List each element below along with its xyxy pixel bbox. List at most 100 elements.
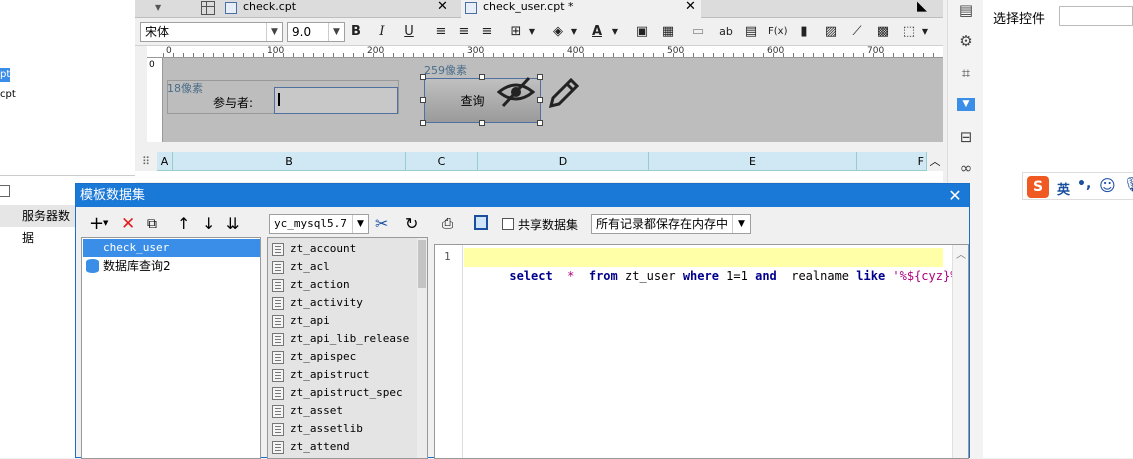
bold-button[interactable]: B	[347, 23, 365, 41]
resize-handle[interactable]	[537, 97, 543, 103]
sql-keyword: and	[755, 269, 777, 283]
tab-check[interactable]: check.cpt	[221, 0, 451, 18]
chart-icon[interactable]: ▮	[795, 23, 813, 41]
table-item[interactable]: zt_asset	[272, 402, 343, 420]
move-up-icon[interactable]: ↑	[177, 213, 190, 235]
font-size-select[interactable]: 9.0 ▼	[287, 22, 345, 42]
text-widget-button[interactable]: ab	[717, 23, 735, 41]
move-down-icon[interactable]: ↓	[202, 213, 215, 235]
sql-editor[interactable]: 1 select * from zt_user where 1=1 and re…	[434, 244, 969, 459]
ime-toolbar[interactable]: S 英 •, ☺ 🎙	[1022, 172, 1133, 200]
close-icon[interactable]: ✕	[685, 0, 696, 14]
table-item[interactable]: zt_api_lib_release	[272, 330, 409, 348]
column-header-e[interactable]: E	[649, 152, 857, 171]
table-item[interactable]: zt_api	[272, 312, 330, 330]
tab-check-user[interactable]: check_user.cpt *	[461, 0, 701, 18]
dataset-item-selected[interactable]: check_user	[83, 239, 260, 257]
align-right-icon[interactable]: ≡	[478, 23, 496, 41]
sql-line[interactable]: select * from zt_user where 1=1 and real…	[464, 248, 965, 283]
resize-handle[interactable]	[479, 120, 485, 126]
participant-input[interactable]	[274, 87, 398, 114]
refresh-icon[interactable]: ↻	[405, 213, 418, 235]
table-item[interactable]: zt_attend	[272, 438, 350, 456]
file-item[interactable]: cpt	[0, 88, 16, 102]
resize-handle[interactable]	[537, 120, 543, 126]
pencil-icon[interactable]	[547, 76, 581, 110]
resize-handle[interactable]	[537, 74, 543, 80]
tools-icon[interactable]: ✂	[375, 213, 388, 235]
chevron-down-icon[interactable]: ▼	[565, 23, 583, 41]
dialog-titlebar[interactable]: 模板数据集	[76, 184, 969, 207]
chevron-down-icon[interactable]: ▼	[103, 219, 108, 227]
dataset-item[interactable]: 数据库查询2	[83, 257, 260, 275]
chevron-down-icon[interactable]: ▼	[916, 23, 934, 41]
preview-icon[interactable]: ⎙	[442, 214, 453, 234]
resize-handle[interactable]	[420, 74, 426, 80]
scroll-up-icon[interactable]: ︿	[927, 152, 943, 171]
dropdown-arrow-icon[interactable]: ▼	[155, 3, 161, 12]
insert-image-icon[interactable]: ▣	[633, 23, 651, 41]
align-center-icon[interactable]: ≡	[455, 23, 473, 41]
menu-corner-icon[interactable]: ◣	[917, 0, 927, 14]
link-icon[interactable]: ∞	[956, 158, 976, 178]
table-item[interactable]: zt_apistruct_spec	[272, 384, 403, 402]
resize-handle[interactable]	[479, 74, 485, 80]
align-left-icon[interactable]: ≡	[432, 23, 450, 41]
column-header-b[interactable]: B	[173, 152, 406, 171]
table-item-label: zt_account	[290, 242, 357, 255]
formula-button[interactable]: F(x)	[768, 23, 787, 41]
copy-icon[interactable]: ⧉	[147, 214, 157, 234]
file-item-selected[interactable]: pt	[0, 68, 10, 82]
property-input[interactable]	[1059, 6, 1133, 26]
cell-element-icon[interactable]: ▩	[874, 23, 892, 41]
scrollbar[interactable]	[417, 238, 427, 458]
image-icon[interactable]: ▨	[822, 23, 840, 41]
resize-handle[interactable]	[420, 97, 426, 103]
font-family-select[interactable]: 宋体 ▼	[140, 22, 283, 42]
close-icon[interactable]: ✕	[947, 184, 963, 207]
grid-icon[interactable]	[201, 1, 215, 15]
parameter-icon[interactable]	[474, 215, 488, 230]
sort-icon[interactable]: ⇊	[226, 213, 239, 235]
column-header-d[interactable]: D	[478, 152, 649, 171]
column-icon[interactable]: ▤	[742, 23, 760, 41]
table-item[interactable]: zt_activity	[272, 294, 363, 312]
chevron-down-icon[interactable]: ▼	[523, 23, 541, 41]
table-icon	[272, 387, 284, 400]
column-header-a[interactable]: A	[157, 152, 173, 171]
delete-icon[interactable]: ✕	[121, 213, 135, 235]
table-item[interactable]: zt_action	[272, 276, 350, 294]
add-icon[interactable]: +	[89, 213, 104, 235]
widget-select-icon[interactable]: ▼	[957, 98, 975, 111]
eye-hidden-icon[interactable]	[497, 76, 535, 108]
server-dataset-item[interactable]: 服务器数据	[0, 205, 75, 245]
tag-icon[interactable]: ⊟	[956, 127, 976, 147]
layout-icon[interactable]: ▤	[956, 0, 976, 20]
connection-select[interactable]: yc_mysql5.7 ▼	[269, 214, 369, 234]
table-item-label: zt_api	[290, 314, 330, 327]
ruler-corner	[147, 46, 163, 58]
italic-button[interactable]: I	[373, 23, 391, 41]
sheet-corner-icon[interactable]: ⠿	[135, 152, 157, 171]
table-item[interactable]: zt_assetlib	[272, 420, 363, 438]
chevron-down-icon[interactable]: ▼	[606, 23, 624, 41]
column-header-c[interactable]: C	[406, 152, 478, 171]
underline-button[interactable]: U	[400, 23, 418, 41]
table-item[interactable]: zt_account	[272, 240, 356, 258]
resize-handle[interactable]	[420, 120, 426, 126]
column-header-f[interactable]: F	[857, 152, 927, 171]
scrollbar[interactable]: ︿	[952, 245, 968, 458]
text-color-button[interactable]: A	[588, 23, 606, 41]
crop-icon[interactable]: ⌗	[956, 63, 976, 83]
slash-icon[interactable]: ⟋	[848, 23, 866, 41]
merge-cells-icon[interactable]: ▦	[659, 23, 677, 41]
close-icon[interactable]: ✕	[437, 0, 448, 14]
settings-panel-icon[interactable]: ⚙	[956, 31, 976, 51]
table-item[interactable]: zt_apistruct	[272, 366, 369, 384]
scrollbar-thumb[interactable]	[418, 240, 426, 288]
scroll-up-icon[interactable]: ︿	[956, 246, 966, 261]
table-item[interactable]: zt_acl	[272, 258, 330, 276]
shared-dataset-checkbox[interactable]	[502, 218, 514, 230]
table-item[interactable]: zt_apispec	[272, 348, 356, 366]
cache-mode-select[interactable]: 所有记录都保存在内存中 ▼	[591, 214, 751, 234]
